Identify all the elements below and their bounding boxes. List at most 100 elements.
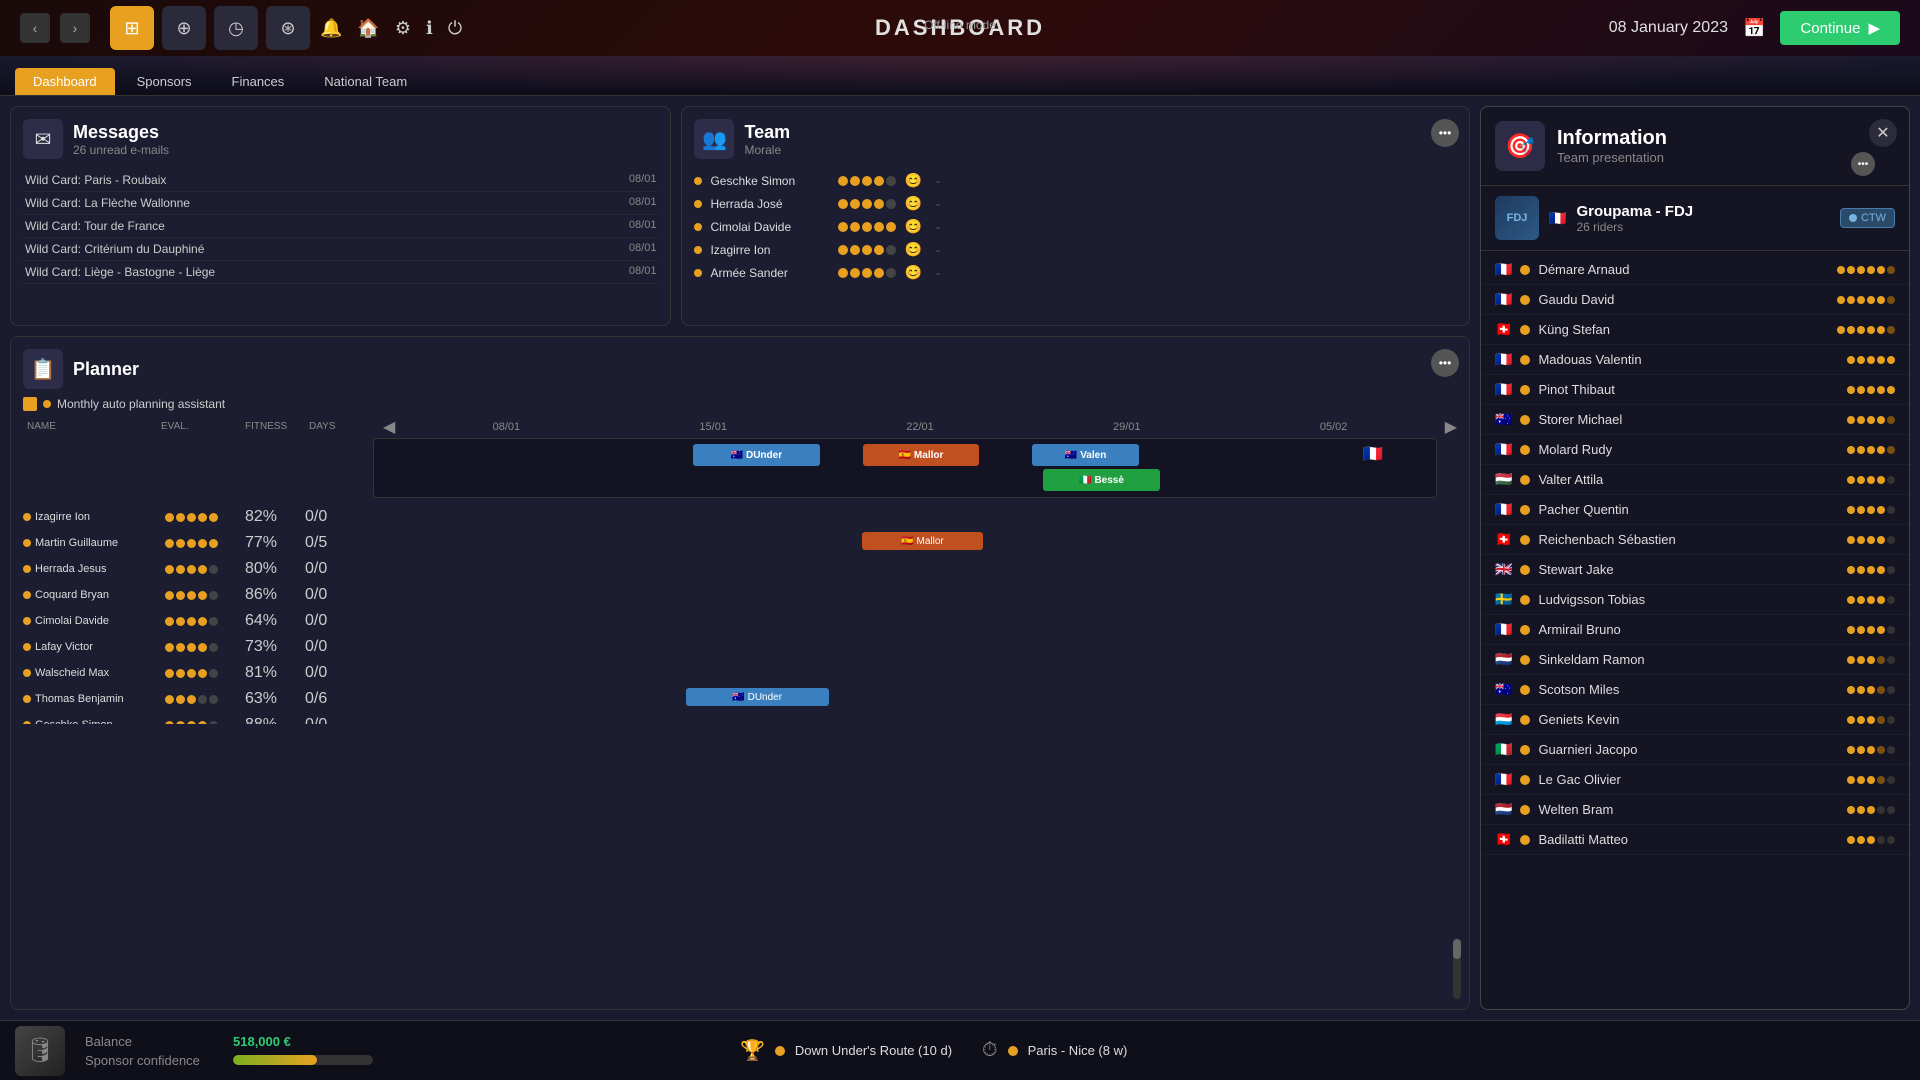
close-button[interactable]: ✕ <box>1869 119 1897 147</box>
event-item[interactable]: ⏱ Paris - Nice (8 w) <box>982 1039 1127 1062</box>
list-item[interactable]: 🇮🇹 Guarnieri Jacopo <box>1481 735 1909 765</box>
rider-rating <box>1847 506 1895 514</box>
list-item[interactable]: 🇫🇷 Pinot Thibaut <box>1481 375 1909 405</box>
trophy-icon[interactable]: ⊛ <box>266 6 310 50</box>
list-item[interactable]: 🇨🇭 Küng Stefan <box>1481 315 1909 345</box>
rider-rating <box>1847 416 1895 424</box>
race-bar-dunder[interactable]: 🇦🇺DUnder <box>693 444 820 466</box>
list-item[interactable]: Wild Card: La Flèche Wallonne 08/01 <box>23 192 658 215</box>
list-item[interactable]: Wild Card: Paris - Roubaix 08/01 <box>23 169 658 192</box>
rider-gantt-cell <box>355 584 1457 606</box>
list-item[interactable]: 🇬🇧 Stewart Jake <box>1481 555 1909 585</box>
list-item[interactable]: Geschke Simon 😊 - <box>694 169 1457 192</box>
rider-gantt-cell <box>355 636 1457 658</box>
list-item[interactable]: 🇦🇺 Storer Michael <box>1481 405 1909 435</box>
rider-eval-dots <box>165 513 245 522</box>
nationality-dot <box>1520 745 1530 755</box>
list-item[interactable]: Wild Card: Tour de France 08/01 <box>23 215 658 238</box>
list-item[interactable]: 🇫🇷 Madouas Valentin <box>1481 345 1909 375</box>
nav-icons: ⊞ ⊕ ◷ ⊛ <box>110 6 310 50</box>
rider-race-bar: 🇪🇸 Mallor <box>862 532 983 550</box>
rider-rating <box>1847 626 1895 634</box>
power-icon[interactable]: ⏻ <box>448 18 462 39</box>
tab-dashboard[interactable]: Dashboard <box>15 68 115 95</box>
tab-sponsors[interactable]: Sponsors <box>119 68 210 95</box>
auto-planning-checkbox[interactable] <box>23 397 37 411</box>
nav-back-button[interactable]: ‹ <box>20 13 50 43</box>
list-item[interactable]: 🇫🇷 Démare Arnaud <box>1481 255 1909 285</box>
nav-forward-button[interactable]: › <box>60 13 90 43</box>
list-item[interactable]: 🇫🇷 Molard Rudy <box>1481 435 1909 465</box>
table-row[interactable]: Coquard Bryan 86% 0/0 <box>23 582 1457 608</box>
team-title: Team <box>744 122 790 143</box>
info-icon[interactable]: ℹ <box>426 18 433 39</box>
auto-planning-dot <box>43 400 51 408</box>
bell-icon[interactable]: 🔔 <box>320 18 342 39</box>
scroll-bar[interactable] <box>1453 939 1461 999</box>
settings-icon[interactable]: ⚙ <box>395 18 411 39</box>
list-item[interactable]: 🇱🇺 Geniets Kevin <box>1481 705 1909 735</box>
planner-next-button[interactable]: ▶ <box>1445 417 1457 437</box>
list-item[interactable]: Wild Card: Critérium du Dauphiné 08/01 <box>23 238 658 261</box>
list-item[interactable]: 🇫🇷 Gaudu David <box>1481 285 1909 315</box>
table-row[interactable]: Izagirre Ion 82% 0/0 <box>23 504 1457 530</box>
planner-icon: 📋 <box>23 349 63 389</box>
calendar-icon[interactable]: 📅 <box>1743 18 1765 39</box>
race-bar-besse[interactable]: 🇮🇹Bessè <box>1043 469 1160 491</box>
table-row[interactable]: Martin Guillaume 77% 0/5 🇪🇸 Mallor <box>23 530 1457 556</box>
table-row[interactable]: Thomas Benjamin 63% 0/6 🇦🇺 DUnder <box>23 686 1457 712</box>
list-item[interactable]: 🇫🇷 Pacher Quentin <box>1481 495 1909 525</box>
flag-icon: 🇫🇷 <box>1495 621 1512 638</box>
planner-prev-button[interactable]: ◀ <box>383 417 395 437</box>
globe-icon[interactable]: ⊕ <box>162 6 206 50</box>
table-row[interactable]: Cimolai Davide 64% 0/0 <box>23 608 1457 634</box>
info-menu-button[interactable]: ••• <box>1851 152 1875 176</box>
rider-gantt-cell: 🇦🇺 DUnder <box>355 688 1457 710</box>
list-item[interactable]: Herrada José 😊 - <box>694 192 1457 215</box>
list-item[interactable]: Armée Sander 😊 - <box>694 261 1457 284</box>
list-item[interactable]: 🇸🇪 Ludvigsson Tobias <box>1481 585 1909 615</box>
table-row[interactable]: Herrada Jesus 80% 0/0 <box>23 556 1457 582</box>
table-row[interactable]: Geschke Simon 88% 0/0 <box>23 712 1457 724</box>
bottom-bar: 🛢 Balance 518,000 € Sponsor confidence 🏆… <box>0 1020 1920 1080</box>
race-bar-valen[interactable]: 🇦🇺Valen <box>1032 444 1138 466</box>
list-item[interactable]: 🇳🇱 Welten Bram <box>1481 795 1909 825</box>
event-time-icon: ⏱ <box>982 1039 998 1062</box>
flag-icon: 🇫🇷 <box>1495 291 1512 308</box>
planner-title: Planner <box>73 359 139 380</box>
dashboard-icon[interactable]: ⊞ <box>110 6 154 50</box>
top-icons: 🔔 🏠 ⚙ ℹ ⏻ <box>320 18 462 39</box>
continue-button[interactable]: Continue ▶ <box>1780 11 1900 45</box>
nationality-dot <box>1520 415 1530 425</box>
scroll-thumb <box>1453 939 1461 959</box>
table-row[interactable]: Lafay Victor 73% 0/0 <box>23 634 1457 660</box>
ctw-badge: CTW <box>1840 208 1895 228</box>
team-card[interactable]: FDJ 🇫🇷 Groupama - FDJ 26 riders CTW <box>1481 186 1909 251</box>
list-item[interactable]: 🇨🇭 Reichenbach Sébastien <box>1481 525 1909 555</box>
tab-bar: Dashboard Sponsors Finances National Tea… <box>0 56 1920 96</box>
planner-menu-button[interactable]: ••• <box>1431 349 1459 377</box>
home-icon[interactable]: 🏠 <box>357 18 379 39</box>
list-item[interactable]: Cimolai Davide 😊 - <box>694 215 1457 238</box>
list-item[interactable]: Izagirre Ion 😊 - <box>694 238 1457 261</box>
race-bar-mallor[interactable]: 🇪🇸Mallor <box>863 444 980 466</box>
table-row[interactable]: Walscheid Max 81% 0/0 <box>23 660 1457 686</box>
info-subtitle: Team presentation <box>1557 150 1667 165</box>
list-item[interactable]: 🇦🇺 Scotson Miles <box>1481 675 1909 705</box>
team-menu-button[interactable]: ••• <box>1431 119 1459 147</box>
rider-eval-dots <box>165 643 245 652</box>
event-item[interactable]: 🏆 Down Under's Route (10 d) <box>740 1038 952 1063</box>
list-item[interactable]: 🇫🇷 Armirail Bruno <box>1481 615 1909 645</box>
list-item[interactable]: 🇫🇷 Le Gac Olivier <box>1481 765 1909 795</box>
list-item[interactable]: 🇳🇱 Sinkeldam Ramon <box>1481 645 1909 675</box>
nationality-dot <box>1520 685 1530 695</box>
list-item[interactable]: 🇨🇭 Badilatti Matteo <box>1481 825 1909 855</box>
tab-national-team[interactable]: National Team <box>306 68 425 95</box>
flag-icon: 🇦🇺 <box>1495 411 1512 428</box>
list-item[interactable]: 🇭🇺 Valter Attila <box>1481 465 1909 495</box>
stats-icon[interactable]: ◷ <box>214 6 258 50</box>
team-icon: 👥 <box>694 119 734 159</box>
list-item[interactable]: Wild Card: Liège - Bastogne - Liège 08/0… <box>23 261 658 284</box>
tab-finances[interactable]: Finances <box>214 68 303 95</box>
nationality-dot <box>1520 625 1530 635</box>
